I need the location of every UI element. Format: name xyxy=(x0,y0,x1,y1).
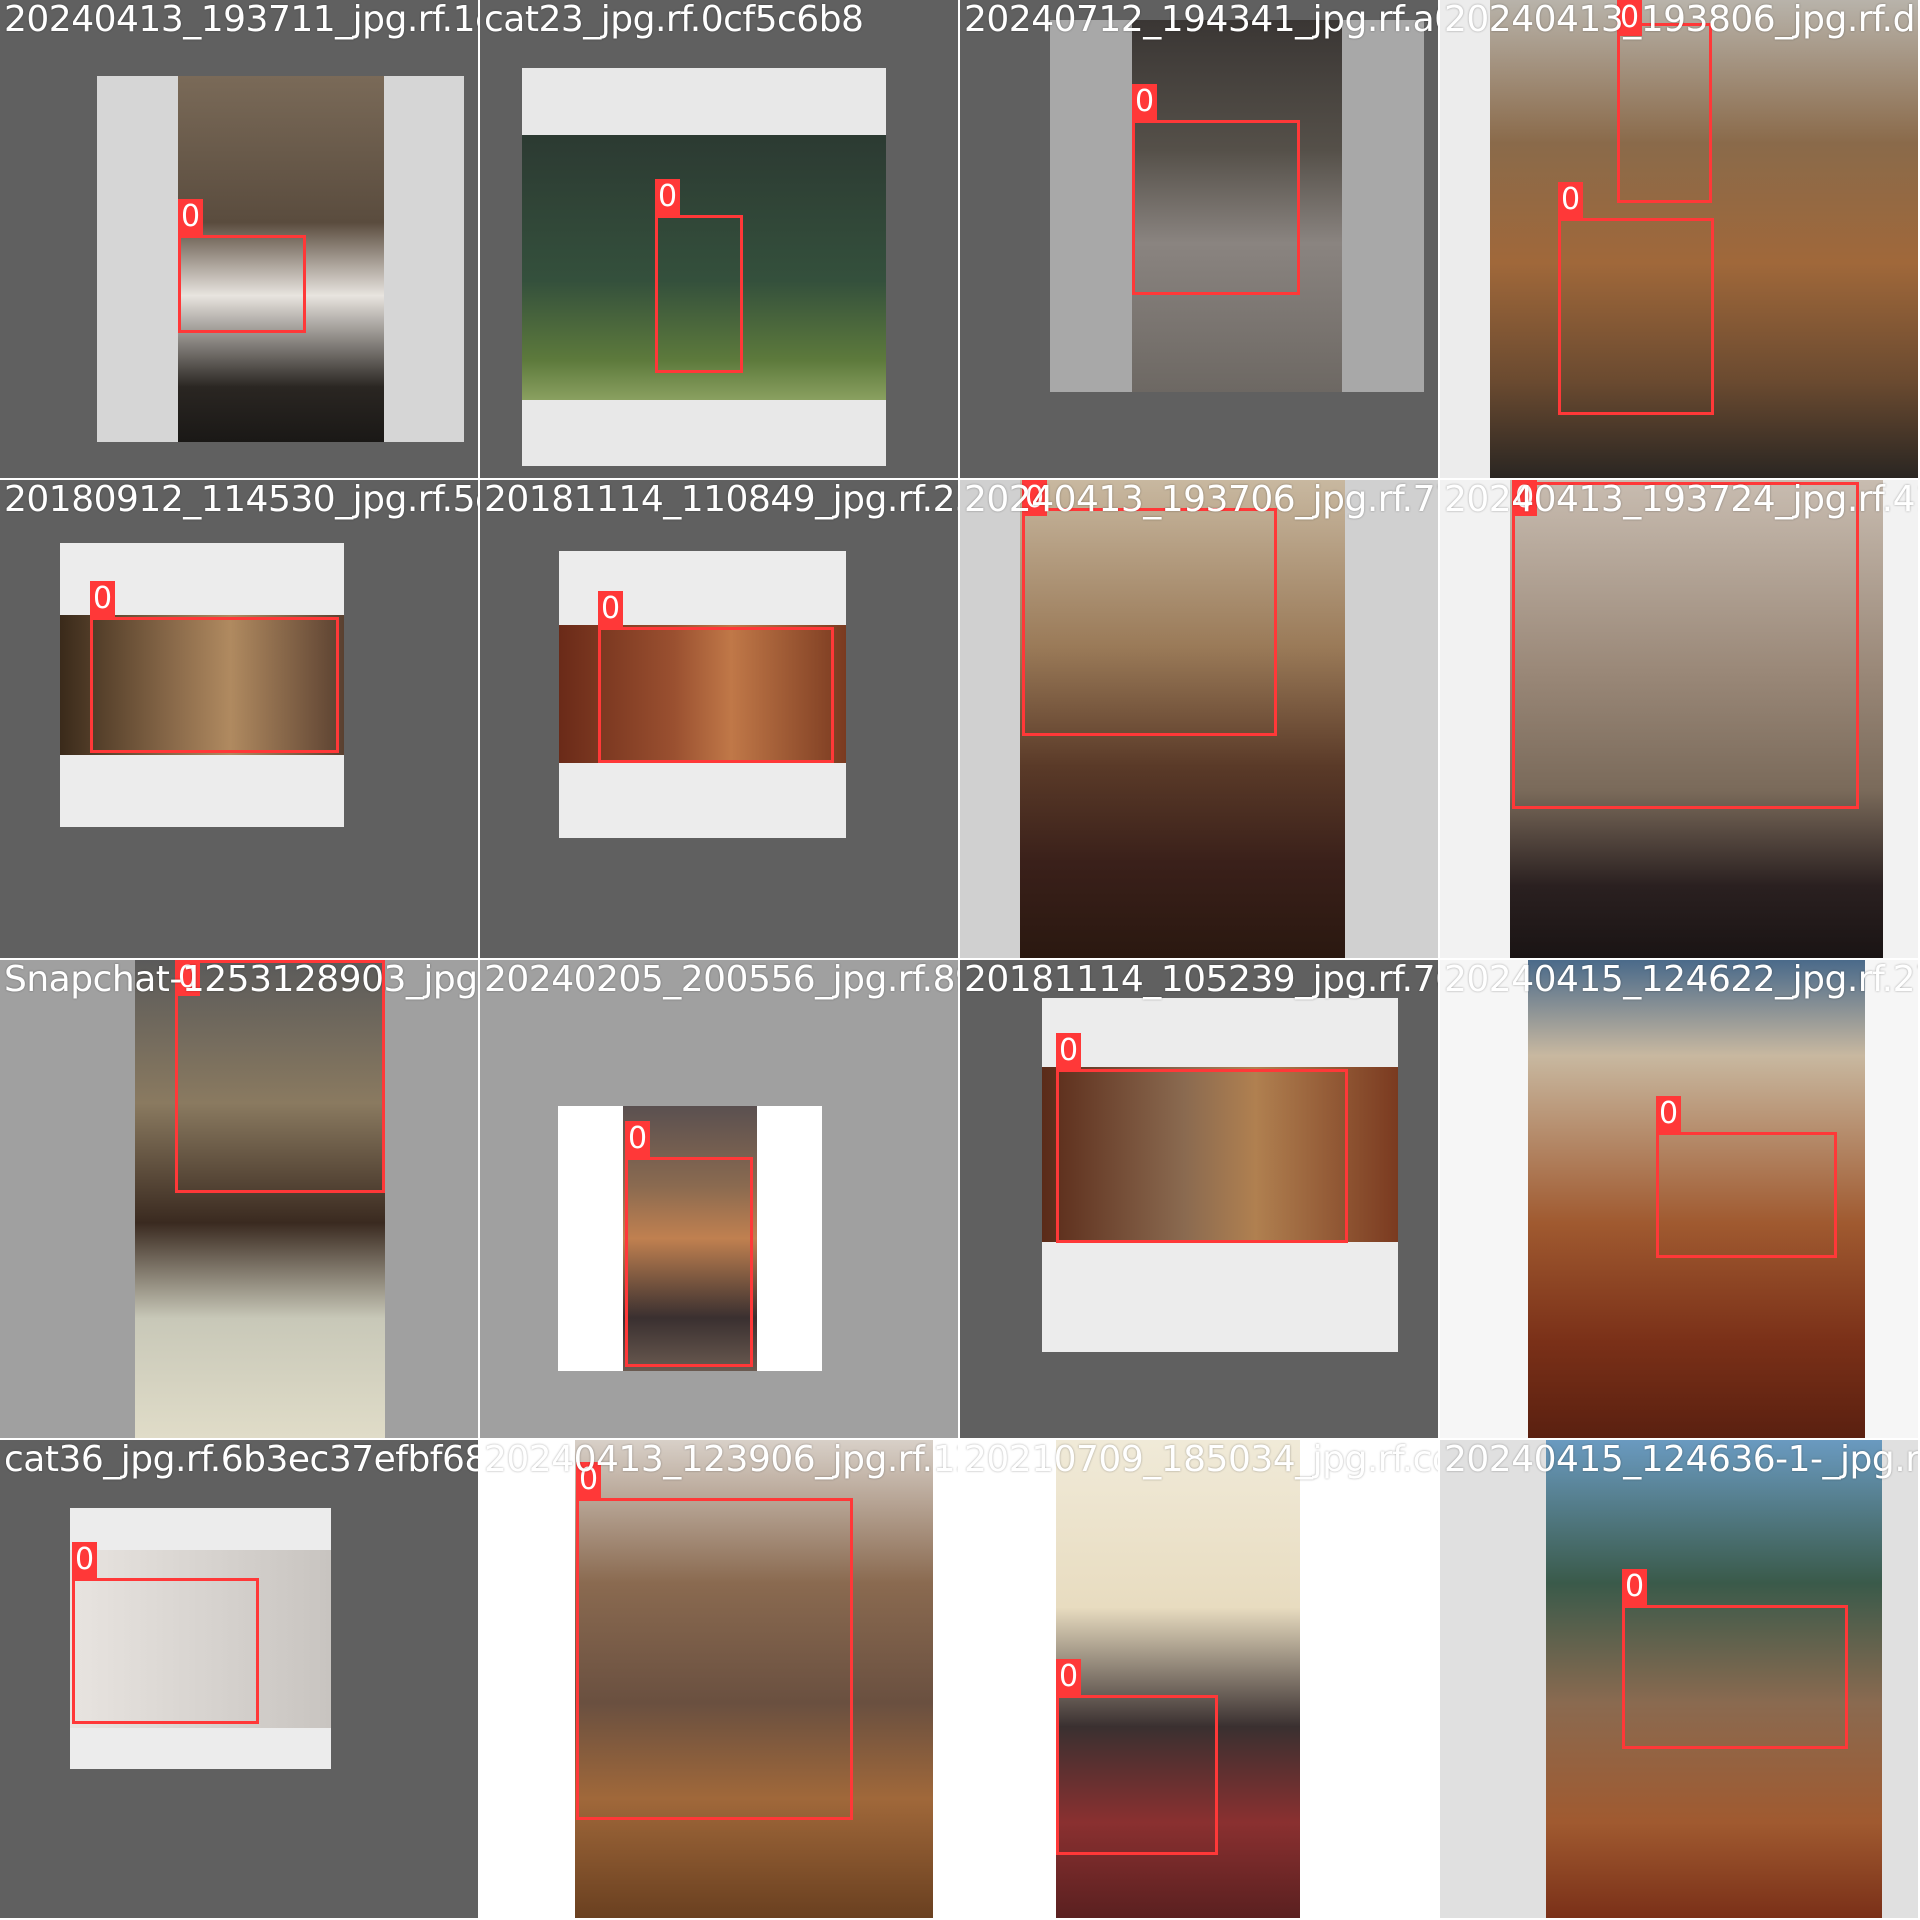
mosaic-tile: 0 cat23_jpg.rf.0cf5c6b8 xyxy=(480,0,958,478)
bounding-box xyxy=(1622,1605,1848,1749)
class-label-tag: 0 xyxy=(178,199,204,235)
mosaic-tile: 0 20210709_185034_jpg.rf.cd xyxy=(960,1440,1438,1918)
mosaic-tile: 0 20240415_124636-1-_jpg.rf xyxy=(1440,1440,1918,1918)
mosaic-tile: 020181114_105239_jpg.rf.76f28 xyxy=(960,960,1438,1438)
bounding-box xyxy=(576,1498,853,1820)
bounding-box xyxy=(1022,508,1277,736)
class-label-tag: 0 xyxy=(1622,1569,1648,1605)
mosaic-tile: 020240205_200556_jpg.rf.8960 xyxy=(480,960,958,1438)
bounding-box xyxy=(178,235,306,333)
bounding-box xyxy=(655,215,743,373)
mosaic-tile: 0020240413_193806_jpg.rf.d11e-b2ad xyxy=(1440,0,1918,478)
bounding-box xyxy=(598,627,834,763)
class-label-tag: 0 xyxy=(625,1121,651,1157)
class-label-tag: 0 xyxy=(1558,182,1584,218)
bounding-box xyxy=(175,960,385,1193)
mosaic-tile: 0 20240413_123906_jpg.rf.12 xyxy=(480,1440,958,1918)
class-label-tag: 0 xyxy=(598,591,624,627)
class-label-tag: 0 xyxy=(1056,1659,1082,1695)
class-label-tag: 0 xyxy=(1617,0,1643,36)
class-label-tag: 0 xyxy=(1132,84,1158,120)
mosaic-tile: 0 20240413_193724_jpg.rf.41 xyxy=(1440,480,1918,958)
bounding-box xyxy=(1656,1132,1837,1258)
class-label-tag: 0 xyxy=(72,1542,98,1578)
bounding-box xyxy=(1617,23,1712,203)
mosaic-tile: 020240712_194341_jpg.rf.a0d47380b21e4169… xyxy=(960,0,1438,478)
mosaic-tile: 0 20240415_124622_jpg.rf.27 xyxy=(1440,960,1918,1438)
class-label-tag: 0 xyxy=(1656,1096,1682,1132)
bounding-box xyxy=(72,1578,259,1724)
class-label-tag: 0 xyxy=(1512,480,1538,516)
bounding-box xyxy=(90,617,339,753)
mosaic-tile: 020240413_193711_jpg.rf.1e7de2335c2cbdf6… xyxy=(0,0,478,478)
bounding-box xyxy=(1056,1695,1218,1855)
class-label-tag: 0 xyxy=(1022,480,1048,516)
bounding-box xyxy=(1512,482,1859,809)
mosaic-tile: 020181114_110849_jpg.rf.23ea2c4c xyxy=(480,480,958,958)
class-label-tag: 0 xyxy=(175,960,201,996)
bounding-box xyxy=(1056,1069,1348,1243)
bounding-box xyxy=(1558,218,1714,415)
class-label-tag: 0 xyxy=(90,581,116,617)
class-label-tag: 0 xyxy=(1056,1033,1082,1069)
bounding-box xyxy=(625,1157,753,1367)
mosaic-tile: 0Snapchat-1253128903_jpg.rf.21c xyxy=(0,960,478,1438)
mosaic-tile: 020180912_114530_jpg.rf.5d12a91 xyxy=(0,480,478,958)
bounding-box xyxy=(1132,120,1300,295)
class-label-tag: 0 xyxy=(576,1462,602,1498)
mosaic-tile: 0cat36_jpg.rf.6b3ec37efbf68f5b4 xyxy=(0,1440,478,1918)
mosaic-grid: 020240413_193711_jpg.rf.1e7de2335c2cbdf6… xyxy=(0,0,1920,1920)
mosaic-tile: 020240413_193706_jpg.rf.7725e40c1 xyxy=(960,480,1438,958)
class-label-tag: 0 xyxy=(655,179,681,215)
